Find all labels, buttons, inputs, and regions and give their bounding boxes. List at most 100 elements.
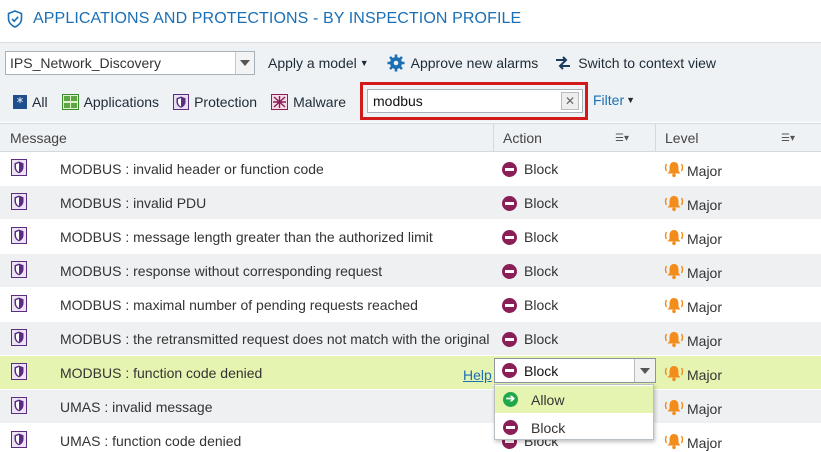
- action-cell[interactable]: Block: [502, 161, 558, 177]
- protection-shield-icon: [173, 94, 190, 110]
- alarm-bell-icon: [664, 330, 684, 351]
- column-level-label: Level: [665, 130, 699, 146]
- protection-shield-icon: [11, 363, 27, 383]
- message-cell: UMAS : invalid message: [60, 399, 213, 415]
- action-cell[interactable]: Block: [502, 263, 558, 279]
- main-toolbar: IPS_Network_Discovery Apply a model ▼ App…: [0, 42, 821, 82]
- message-cell: MODBUS : invalid header or function code: [60, 161, 324, 177]
- action-cell[interactable]: Block: [502, 297, 558, 313]
- alarm-bell-icon: [664, 296, 684, 317]
- column-header-level[interactable]: Level ☰▾: [655, 124, 821, 152]
- table-row[interactable]: MODBUS : response without corresponding …: [0, 254, 821, 288]
- filter-protection[interactable]: Protection: [173, 94, 257, 110]
- level-cell-label: Major: [687, 400, 723, 417]
- chevron-down-icon[interactable]: [634, 359, 655, 382]
- action-cell-label: Block: [524, 229, 559, 245]
- protection-shield-icon: [11, 261, 27, 281]
- level-cell-label: Major: [687, 332, 723, 349]
- message-cell: MODBUS : response without corresponding …: [60, 263, 383, 279]
- level-cell[interactable]: Major: [664, 228, 722, 249]
- level-cell[interactable]: Major: [664, 296, 722, 317]
- action-cell[interactable]: Block: [502, 229, 558, 245]
- approve-alarms-label: Approve new alarms: [410, 54, 539, 71]
- profile-select[interactable]: IPS_Network_Discovery: [5, 50, 255, 75]
- clear-search-icon[interactable]: ✕: [561, 92, 579, 110]
- action-select-value: Block: [524, 362, 559, 379]
- block-icon: [502, 331, 517, 347]
- action-select[interactable]: Block: [494, 358, 656, 383]
- column-message-label: Message: [10, 130, 67, 146]
- action-option-allow[interactable]: ➔ Allow: [495, 386, 653, 413]
- message-cell: MODBUS : maximal number of pending reque…: [60, 297, 418, 313]
- alarm-bell-icon: [664, 228, 684, 249]
- chevron-down-icon[interactable]: [235, 51, 254, 74]
- level-cell-label: Major: [687, 162, 723, 179]
- filter-menu-button[interactable]: Filter ▼: [593, 92, 635, 108]
- protection-shield-icon: [11, 295, 27, 315]
- message-cell: MODBUS : function code denied: [60, 365, 263, 381]
- message-cell: MODBUS : the retransmitted request does …: [60, 331, 493, 347]
- level-cell-label: Major: [687, 196, 723, 213]
- table-row[interactable]: MODBUS : the retransmitted request does …: [0, 322, 821, 356]
- level-cell[interactable]: Major: [664, 330, 722, 351]
- table-row[interactable]: UMAS : invalid messageBlockMajor: [0, 390, 821, 424]
- block-icon: [502, 229, 517, 245]
- block-icon: [502, 161, 517, 177]
- filter-applications[interactable]: Applications: [61, 94, 160, 110]
- applications-icon: [61, 94, 79, 110]
- table-row[interactable]: MODBUS : maximal number of pending reque…: [0, 288, 821, 322]
- level-cell[interactable]: Major: [664, 160, 722, 181]
- switch-context-button[interactable]: Switch to context view: [554, 55, 716, 71]
- caret-down-icon: ▼: [359, 57, 369, 68]
- level-cell[interactable]: Major: [664, 432, 722, 452]
- alarm-bell-icon: [664, 262, 684, 283]
- block-icon: [502, 195, 517, 211]
- level-cell[interactable]: Major: [664, 194, 722, 215]
- column-header-message[interactable]: Message: [0, 124, 493, 152]
- level-cell[interactable]: Major: [664, 262, 722, 283]
- help-link[interactable]: Help: [463, 367, 492, 383]
- apply-model-label: Apply a model: [268, 54, 357, 71]
- action-cell[interactable]: Block: [502, 331, 558, 347]
- protection-shield-icon: [11, 159, 27, 179]
- level-cell[interactable]: Major: [664, 364, 722, 385]
- search-field[interactable]: ✕: [367, 89, 583, 113]
- alarm-bell-icon: [664, 194, 684, 215]
- action-cell-label: Block: [524, 195, 559, 211]
- swap-arrows-icon: [554, 55, 572, 70]
- filter-all[interactable]: * All: [13, 94, 48, 110]
- page-title: APPLICATIONS AND PROTECTIONS - BY INSPEC…: [33, 10, 522, 27]
- grid-header: Message Action ☰▾ Level ☰▾: [0, 123, 821, 152]
- table-row[interactable]: MODBUS : invalid header or function code…: [0, 152, 821, 186]
- message-cell: MODBUS : invalid PDU: [60, 195, 207, 211]
- search-input[interactable]: [373, 93, 557, 109]
- filter-applications-label: Applications: [83, 94, 160, 110]
- table-row[interactable]: MODBUS : message length greater than the…: [0, 220, 821, 254]
- column-header-action[interactable]: Action ☰▾: [493, 124, 655, 152]
- shield-check-icon: [7, 10, 23, 28]
- action-option-label: Block: [531, 419, 566, 436]
- grid-body: MODBUS : invalid header or function code…: [0, 152, 821, 452]
- gear-icon: [387, 54, 405, 72]
- table-row[interactable]: MODBUS : invalid PDU Block Major: [0, 186, 821, 220]
- level-cell-label: Major: [687, 264, 723, 281]
- alarm-bell-icon: [664, 160, 684, 181]
- table-row-selected[interactable]: MODBUS : function code denied Help Major: [0, 356, 821, 390]
- alarm-bell-icon: [664, 398, 684, 419]
- action-option-label: Allow: [531, 391, 565, 408]
- switch-context-label: Switch to context view: [578, 54, 716, 71]
- filter-menu-label: Filter: [593, 92, 625, 108]
- approve-alarms-button[interactable]: Approve new alarms: [387, 54, 539, 72]
- filter-malware[interactable]: Malware: [271, 94, 346, 110]
- column-menu-icon[interactable]: ☰▾: [615, 133, 629, 144]
- message-cell: MODBUS : message length greater than the…: [60, 229, 433, 245]
- apply-model-button[interactable]: Apply a model ▼: [268, 55, 369, 71]
- table-row[interactable]: UMAS : function code denied Block Major: [0, 424, 821, 452]
- level-cell[interactable]: Major: [664, 398, 722, 419]
- caret-down-icon: ▼: [626, 95, 636, 105]
- action-cell[interactable]: Block: [502, 195, 558, 211]
- profile-select-value: IPS_Network_Discovery: [10, 54, 161, 71]
- action-cell-label: Block: [524, 263, 559, 279]
- column-menu-icon[interactable]: ☰▾: [781, 133, 795, 144]
- action-option-block[interactable]: Block: [495, 414, 653, 441]
